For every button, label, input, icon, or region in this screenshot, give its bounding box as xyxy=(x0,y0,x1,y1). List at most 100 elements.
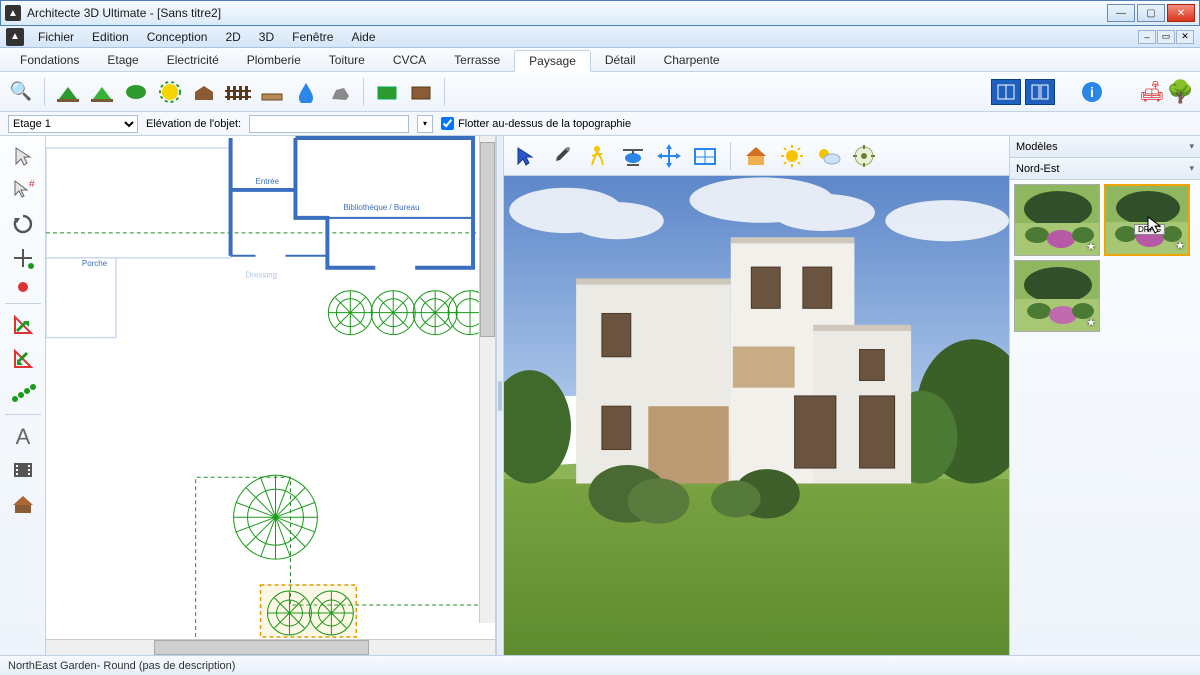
vertical-toolstrip: # A xyxy=(0,136,46,655)
settings3d-icon[interactable] xyxy=(849,141,879,171)
planting-row-icon[interactable] xyxy=(5,377,41,409)
menu-aide[interactable]: Aide xyxy=(343,28,383,46)
water-icon[interactable] xyxy=(291,77,321,107)
app-icon-small: ▲ xyxy=(6,28,24,46)
info-icon[interactable]: i xyxy=(1077,77,1107,107)
tab-terrasse[interactable]: Terrasse xyxy=(440,50,514,70)
elevation-label: Elévation de l'objet: xyxy=(146,118,241,130)
floor-select[interactable]: Etage 1 xyxy=(8,115,138,133)
menu-conception[interactable]: Conception xyxy=(139,28,216,46)
menu-3d[interactable]: 3D xyxy=(251,28,282,46)
plot-brown-icon[interactable] xyxy=(406,77,436,107)
shed-icon[interactable] xyxy=(189,77,219,107)
tab-etage[interactable]: Etage xyxy=(93,50,152,70)
elevation-dropdown-icon[interactable]: ▾ xyxy=(417,115,433,133)
cursor-icon xyxy=(1146,216,1164,236)
plot-green-icon[interactable] xyxy=(372,77,402,107)
library-sidebar: Modèles▾ Nord-Est▾ ★ DRAG ★ ★ xyxy=(1010,136,1200,655)
rock-icon[interactable] xyxy=(325,77,355,107)
grass-patch-icon[interactable] xyxy=(53,77,83,107)
menu-2d[interactable]: 2D xyxy=(217,28,248,46)
select-arrow-icon[interactable] xyxy=(5,140,41,172)
menu-fenetre[interactable]: Fenêtre xyxy=(284,28,341,46)
svg-text:#: # xyxy=(29,179,35,190)
sofa-icon[interactable]: 🛋 xyxy=(1139,79,1164,104)
mdi-restore[interactable]: ▭ xyxy=(1157,30,1175,44)
view-mode-b-button[interactable] xyxy=(1025,79,1055,105)
chevron-down-icon: ▾ xyxy=(1189,141,1194,152)
select3d-icon[interactable] xyxy=(510,141,540,171)
svg-text:A: A xyxy=(15,424,30,448)
view3d-canvas[interactable] xyxy=(504,176,1009,655)
mdi-minimize[interactable]: – xyxy=(1138,30,1156,44)
tab-detail[interactable]: Détail xyxy=(591,50,650,70)
menu-fichier[interactable]: Fichier xyxy=(30,28,82,46)
label-biblio: Bibliothèque / Bureau xyxy=(343,203,419,212)
arrow-in-green-icon[interactable] xyxy=(5,309,41,341)
elevation-input[interactable] xyxy=(249,115,409,133)
favorite-star-icon[interactable]: ★ xyxy=(1175,239,1185,252)
zoom-icon[interactable]: 🔍 xyxy=(6,77,36,107)
thumb-garden-1[interactable]: ★ xyxy=(1014,184,1100,256)
maximize-button[interactable]: ▢ xyxy=(1137,4,1165,22)
select-snap-icon[interactable]: # xyxy=(5,174,41,206)
chevron-down-icon: ▾ xyxy=(1189,163,1194,174)
menubar: ▲ Fichier Edition Conception 2D 3D Fenêt… xyxy=(0,26,1200,48)
label-entree: Entrée xyxy=(256,177,280,186)
splitter[interactable] xyxy=(496,136,504,655)
red-dot-icon[interactable] xyxy=(5,276,41,298)
weather-icon[interactable] xyxy=(813,141,843,171)
plan-scroll-vertical[interactable] xyxy=(479,136,495,623)
favorite-star-icon[interactable]: ★ xyxy=(1086,316,1096,329)
model-thumbnails: ★ DRAG ★ ★ xyxy=(1010,180,1200,336)
app-icon: ▲ xyxy=(5,5,21,21)
floorplan3d-icon[interactable] xyxy=(690,141,720,171)
label-dressing: Dressing xyxy=(246,271,277,280)
tab-toiture[interactable]: Toiture xyxy=(315,50,379,70)
minimize-button[interactable]: — xyxy=(1107,4,1135,22)
film-icon[interactable] xyxy=(5,454,41,486)
label-porche: Porche xyxy=(82,259,108,268)
mdi-close[interactable]: ✕ xyxy=(1176,30,1194,44)
tab-electricite[interactable]: Electricité xyxy=(153,50,233,70)
floor-elevation-bar: Etage 1 Elévation de l'objet: ▾ Flotter … xyxy=(0,112,1200,136)
view3d-toolbar xyxy=(504,136,1009,176)
helicopter-icon[interactable] xyxy=(618,141,648,171)
eyedropper-icon[interactable] xyxy=(546,141,576,171)
leaf-icon[interactable] xyxy=(121,77,151,107)
category-tabs: Fondations Etage Electricité Plomberie T… xyxy=(0,48,1200,72)
walk-icon[interactable] xyxy=(582,141,612,171)
plan-scroll-horizontal[interactable] xyxy=(46,639,495,655)
close-button[interactable]: ✕ xyxy=(1167,4,1195,22)
tab-fondations[interactable]: Fondations xyxy=(6,50,93,70)
sidebar-header-models[interactable]: Modèles▾ xyxy=(1010,136,1200,158)
arrow-out-green-icon[interactable] xyxy=(5,343,41,375)
float-topography-checkbox[interactable]: Flotter au-dessus de la topographie xyxy=(441,117,631,130)
fence-icon[interactable] xyxy=(223,77,253,107)
orbit-icon[interactable] xyxy=(654,141,684,171)
floorplan-panel: Porche Entrée Bibliothèque / Bureau Dres… xyxy=(46,136,496,655)
edging-icon[interactable] xyxy=(257,77,287,107)
view-mode-a-button[interactable] xyxy=(991,79,1021,105)
menu-edition[interactable]: Edition xyxy=(84,28,137,46)
tab-plomberie[interactable]: Plomberie xyxy=(233,50,315,70)
text-tool-icon[interactable]: A xyxy=(5,420,41,452)
grass-patch-alt-icon[interactable] xyxy=(87,77,117,107)
house-tool-icon[interactable] xyxy=(5,488,41,520)
rotate-icon[interactable] xyxy=(5,208,41,240)
thumb-garden-2-selected[interactable]: DRAG ★ xyxy=(1104,184,1190,256)
sun-icon[interactable] xyxy=(777,141,807,171)
thumb-garden-3[interactable]: ★ xyxy=(1014,260,1100,332)
favorite-star-icon[interactable]: ★ xyxy=(1086,240,1096,253)
tree-library-icon[interactable]: 🌳 xyxy=(1167,79,1194,105)
tab-cvca[interactable]: CVCA xyxy=(379,50,440,70)
house3d-icon[interactable] xyxy=(741,141,771,171)
move-icon[interactable] xyxy=(5,242,41,274)
tab-paysage[interactable]: Paysage xyxy=(514,50,591,72)
sun-yellow-icon[interactable] xyxy=(155,77,185,107)
tab-charpente[interactable]: Charpente xyxy=(650,50,734,70)
float-topography-check[interactable] xyxy=(441,117,454,130)
svg-text:i: i xyxy=(1090,84,1094,100)
sidebar-header-group[interactable]: Nord-Est▾ xyxy=(1010,158,1200,180)
floorplan-canvas[interactable]: Porche Entrée Bibliothèque / Bureau Dres… xyxy=(46,136,495,639)
